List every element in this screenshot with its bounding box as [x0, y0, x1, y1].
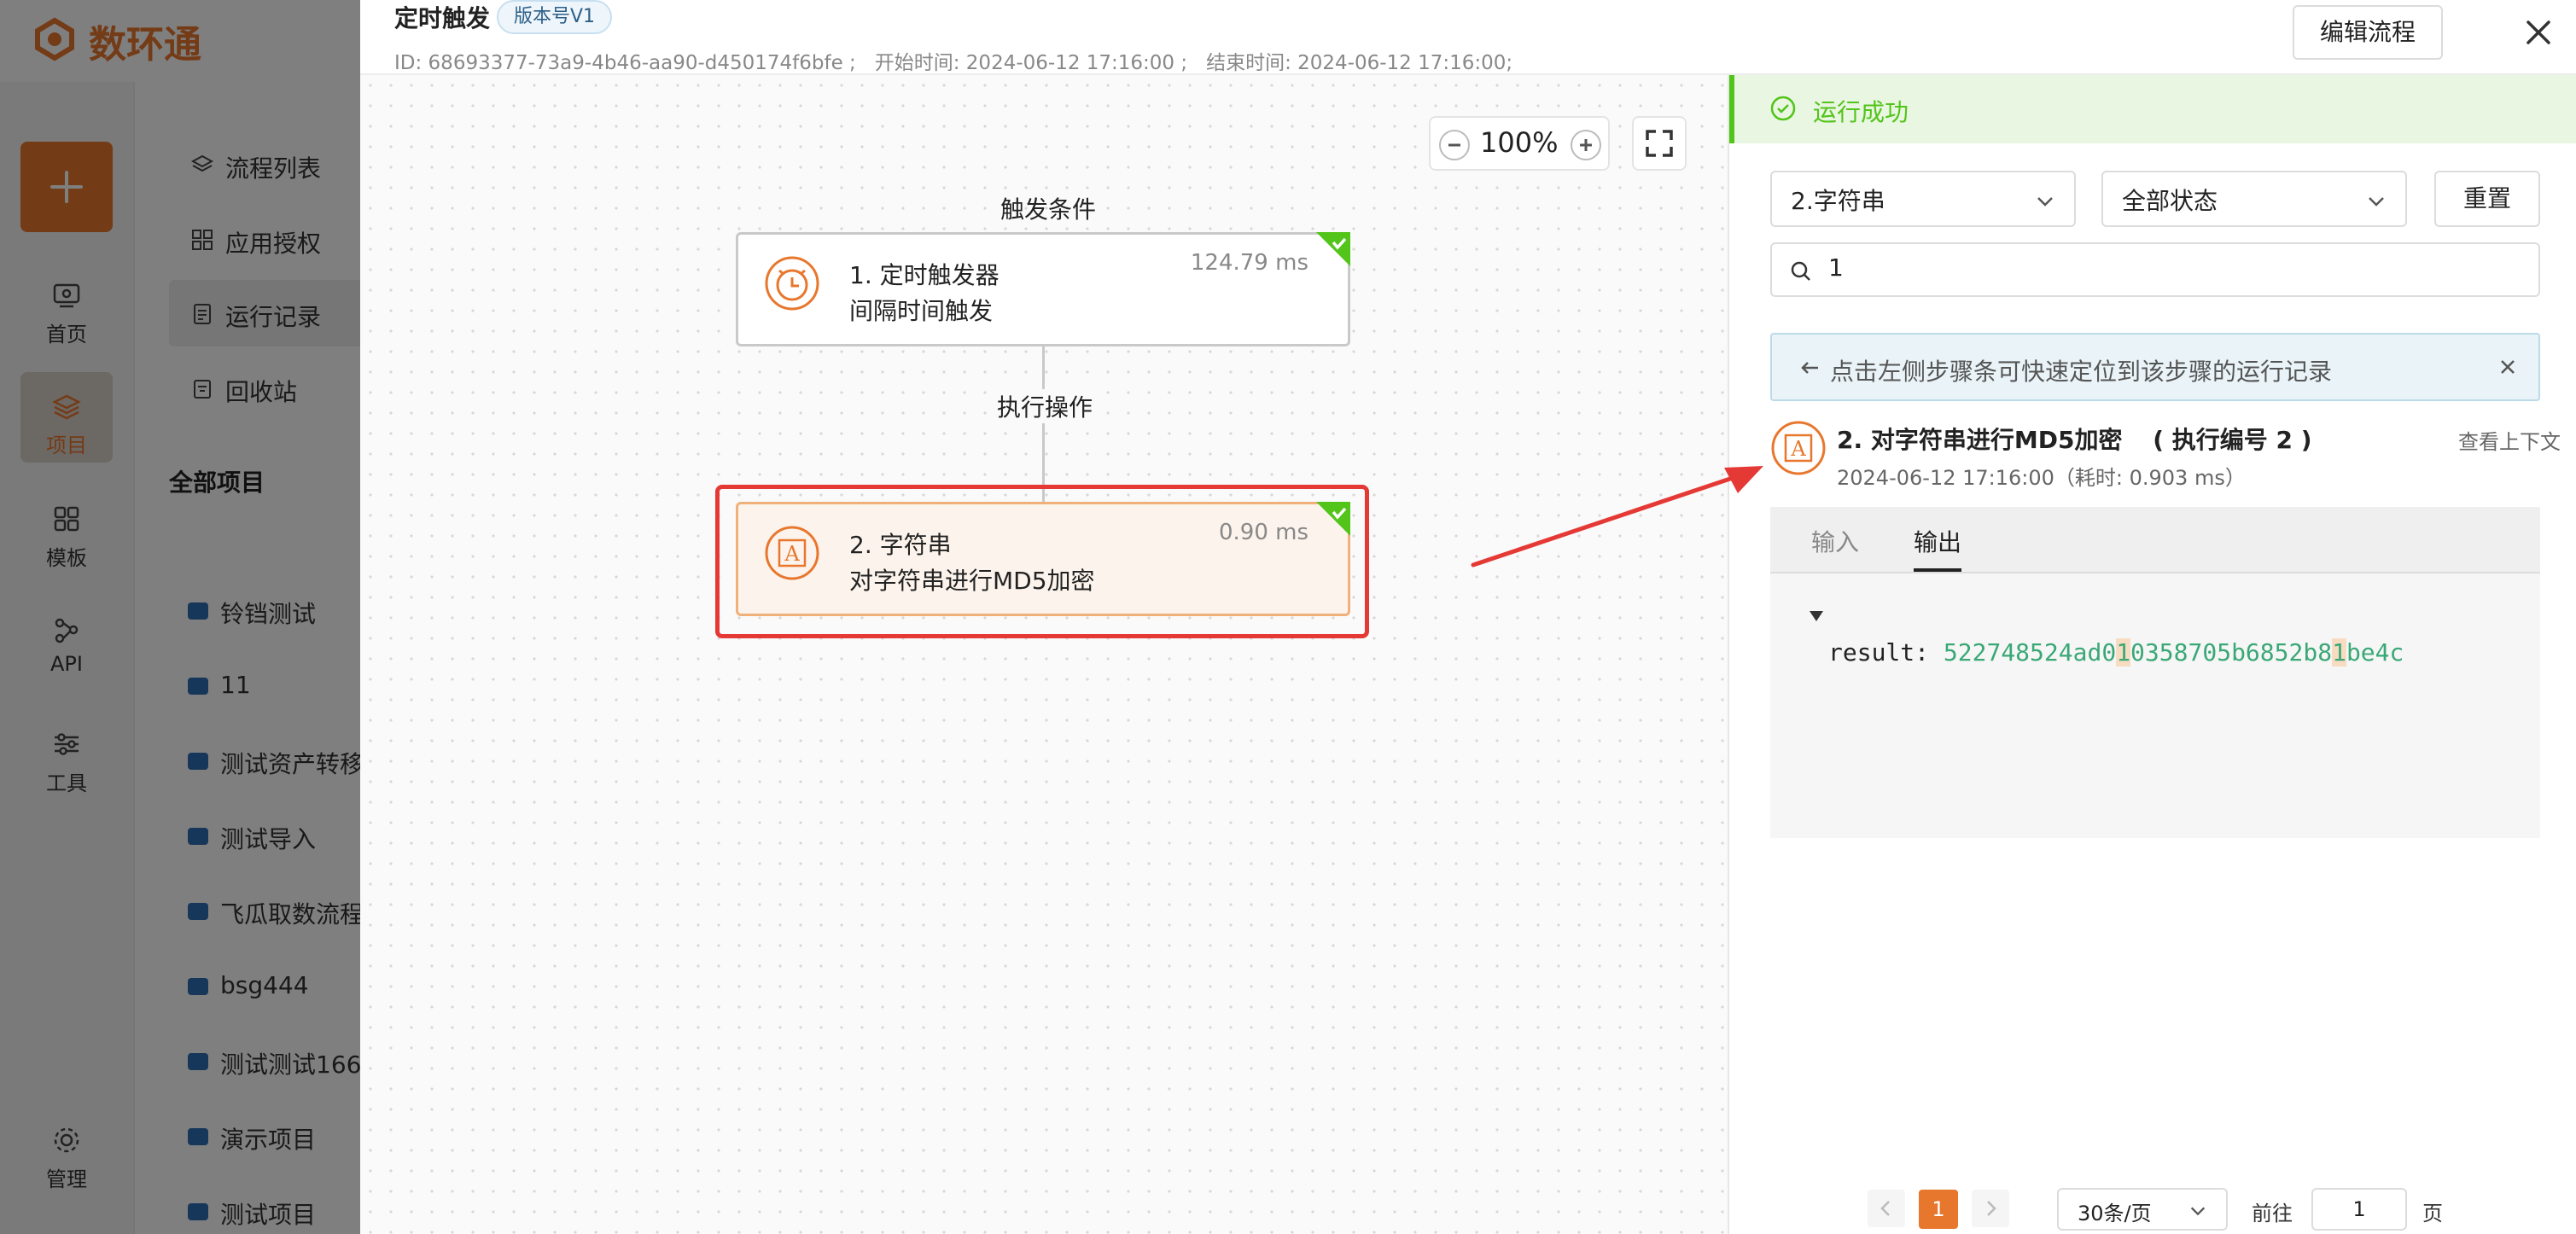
output-key: result: [1828, 638, 1930, 666]
goto-label: 前往 [2252, 1202, 2293, 1225]
svg-text:A: A [784, 542, 800, 566]
fullscreen-button[interactable] [1632, 116, 1687, 171]
chevron-down-icon [2190, 1207, 2206, 1216]
page-number-current[interactable]: 1 [1919, 1190, 1958, 1229]
clock-icon [765, 256, 819, 311]
drawer-title: 定时触发 [394, 4, 491, 32]
record-icon: A [1770, 420, 1827, 476]
page-size-select[interactable]: 30条/页 [2057, 1188, 2228, 1231]
success-check-icon [1316, 232, 1350, 266]
text-a-icon: A [1771, 421, 1826, 475]
close-icon [2526, 20, 2550, 44]
node-duration: 0.90 ms [1218, 520, 1308, 545]
check-circle-icon [1770, 96, 1796, 121]
chevron-right-icon [1987, 1201, 1996, 1216]
run-meta: ID: 68693377-73a9-4b46-aa90-d450174f6bfe… [394, 52, 1513, 74]
text-a-icon: A [765, 526, 819, 580]
caret-down-icon[interactable] [1808, 609, 1825, 623]
zoom-out-button[interactable] [1439, 130, 1470, 160]
record-detail: 输入 输出 result: 522748524ad010358705b6852b… [1770, 507, 2540, 838]
flow-node-string[interactable]: A 2. 字符串 对字符串进行MD5加密 0.90 ms [736, 502, 1350, 616]
node-subtitle: 对字符串进行MD5加密 [849, 567, 1095, 595]
zoom-control: 100% [1429, 116, 1610, 171]
node-title: 2. 字符串 [849, 531, 952, 559]
minus-icon [1448, 143, 1460, 147]
tab-input[interactable]: 输入 [1811, 524, 1859, 558]
flow-node-trigger[interactable]: 1. 定时触发器 间隔时间触发 124.79 ms [736, 232, 1350, 346]
close-button[interactable] [2520, 14, 2557, 51]
detail-tabs: 输入 输出 [1770, 507, 2540, 573]
drawer-header: 定时触发 版本号V1 ID: 68693377-73a9-4b46-aa90-d… [360, 0, 2576, 75]
step-filter-select[interactable]: 2.字符串 [1770, 171, 2076, 227]
status-filter-value: 全部状态 [2122, 187, 2218, 215]
flow-canvas[interactable]: 100% 触发条件 1. 定时触发器 间隔时间触发 124.79 ms 执行操作… [360, 75, 1728, 1234]
view-context-link[interactable]: 查看上下文 [2458, 425, 2561, 455]
prev-page-button[interactable] [1868, 1190, 1905, 1227]
zoom-level: 100% [1480, 126, 1559, 159]
fullscreen-icon [1646, 130, 1673, 157]
search-icon [1791, 261, 1810, 281]
chevron-left-icon [1880, 1201, 1890, 1216]
zoom-in-button[interactable] [1571, 130, 1601, 160]
close-icon[interactable] [2496, 355, 2520, 379]
output-value: 522748524ad010358705b6852b81be4c [1943, 638, 2404, 666]
reset-button[interactable]: 重置 [2434, 171, 2540, 227]
arrow-left-icon [1801, 362, 1818, 374]
trigger-label: 触发条件 [1000, 195, 1097, 224]
record-time: 2024-06-12 17:16:00（耗时: 0.903 ms） [1837, 466, 2246, 490]
hint-text: 点击左侧步骤条可快速定位到该步骤的运行记录 [1830, 358, 2333, 386]
chevron-down-icon [2037, 197, 2053, 207]
page-size-value: 30条/页 [2078, 1202, 2152, 1225]
output-line: result: 522748524ad010358705b6852b81be4c [1828, 638, 2404, 666]
goto-page-input[interactable]: 1 [2311, 1188, 2407, 1231]
search-value: 1 [1828, 253, 1844, 282]
record-title: 2. 对字符串进行MD5加密 ( 执行编号 2 ) [1837, 422, 2312, 456]
page-suffix: 页 [2422, 1202, 2443, 1225]
version-badge: 版本号V1 [497, 0, 613, 34]
node-title: 1. 定时触发器 [849, 261, 1000, 289]
modal-overlay[interactable] [0, 0, 360, 1234]
status-filter-select[interactable]: 全部状态 [2101, 171, 2407, 227]
svg-text:A: A [1790, 437, 1806, 461]
status-banner: 运行成功 [1729, 75, 2576, 143]
node-subtitle: 间隔时间触发 [849, 297, 994, 325]
record-step-name: 2. 对字符串进行MD5加密 [1837, 426, 2123, 454]
action-label: 执行操作 [995, 389, 1095, 423]
status-text: 运行成功 [1813, 98, 1909, 126]
annotation-arrow [1471, 466, 1763, 568]
success-check-icon [1316, 502, 1350, 536]
tab-output[interactable]: 输出 [1914, 524, 1962, 572]
hint-banner: 点击左侧步骤条可快速定位到该步骤的运行记录 [1770, 333, 2540, 401]
chevron-down-icon [2369, 197, 2384, 207]
run-detail-drawer: 定时触发 版本号V1 ID: 68693377-73a9-4b46-aa90-d… [360, 0, 2576, 1234]
run-log-panel: 运行成功 2.字符串 全部状态 重置 1 点击左侧步骤条可快速定位到该步骤的运行… [1728, 75, 2576, 1234]
step-filter-value: 2.字符串 [1791, 187, 1885, 215]
next-page-button[interactable] [1972, 1190, 2009, 1227]
edit-flow-button[interactable]: 编辑流程 [2293, 5, 2443, 60]
record-exec-no: ( 执行编号 2 ) [2153, 426, 2312, 454]
search-input[interactable]: 1 [1770, 242, 2540, 297]
node-duration: 124.79 ms [1190, 250, 1308, 276]
plus-icon [1580, 139, 1592, 151]
